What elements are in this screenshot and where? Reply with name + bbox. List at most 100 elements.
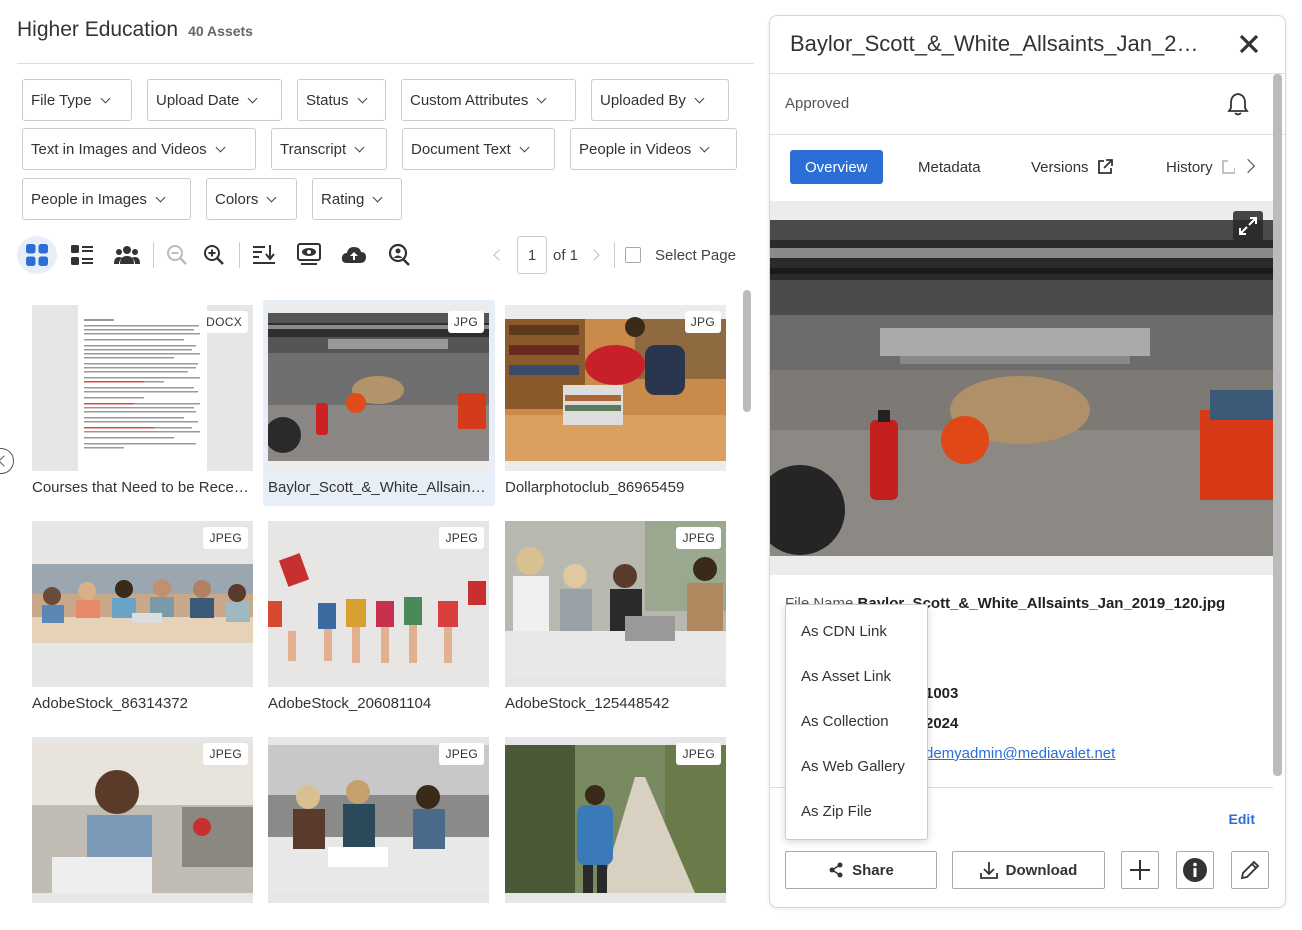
filter-label: People in Images <box>31 190 147 208</box>
chevron-down-icon <box>100 93 111 103</box>
meta-value-partial: 2024 <box>925 715 959 732</box>
status-label: Approved <box>785 95 850 112</box>
file-type-badge: JPEG <box>203 743 248 765</box>
edit-link[interactable]: Edit <box>1229 811 1255 827</box>
asset-name[interactable]: AdobeStock_86314372 <box>32 695 253 712</box>
info-icon <box>1183 858 1207 882</box>
add-button[interactable] <box>1121 851 1159 889</box>
chevron-down-icon <box>354 142 365 152</box>
file-type-badge: JPEG <box>676 527 721 549</box>
asset-thumbnail[interactable]: JPEG <box>505 521 726 687</box>
tab-label: History <box>1166 158 1213 176</box>
asset-name[interactable]: Dollarphotoclub_86965459 <box>505 479 726 496</box>
share-menu-item[interactable]: As CDN Link <box>801 623 887 640</box>
plus-icon <box>1130 860 1150 880</box>
filter-label: File Type <box>31 91 92 109</box>
asset-name[interactable]: AdobeStock_206081104 <box>268 695 489 712</box>
filter-text-in-images[interactable]: Text in Images and Videos <box>22 128 256 170</box>
filter-upload-date[interactable]: Upload Date <box>147 79 282 121</box>
filter-status[interactable]: Status <box>297 79 386 121</box>
tab-versions[interactable]: Versions <box>1031 150 1113 184</box>
download-label: Download <box>1005 861 1078 879</box>
expand-icon[interactable] <box>1233 211 1263 241</box>
file-type-badge: JPG <box>447 311 484 333</box>
grid-scrollbar[interactable] <box>743 290 751 412</box>
asset-name[interactable]: Courses that Need to be Recertified_2019… <box>32 479 253 496</box>
share-button[interactable]: Share <box>785 851 937 889</box>
asset-thumbnail[interactable]: JPEG <box>268 737 489 903</box>
select-page-label: Select Page <box>655 246 736 264</box>
file-type-badge: JPEG <box>203 527 248 549</box>
filter-label: Colors <box>215 190 259 208</box>
share-menu-item[interactable]: As Asset Link <box>801 668 891 685</box>
chevron-down-icon <box>372 192 383 202</box>
filter-file-type[interactable]: File Type <box>22 79 132 121</box>
chevron-left-icon[interactable] <box>493 249 505 261</box>
tab-overview[interactable]: Overview <box>790 150 883 184</box>
chevron-down-icon <box>699 142 710 152</box>
filter-label: Document Text <box>411 140 511 158</box>
collapse-left-icon[interactable] <box>0 448 14 474</box>
chevron-right-icon[interactable] <box>1240 158 1256 174</box>
page-input[interactable]: 1 <box>517 236 547 274</box>
download-button[interactable]: Download <box>952 851 1105 889</box>
select-page-checkbox[interactable] <box>625 247 642 263</box>
asset-name[interactable]: AdobeStock_125448542 <box>505 695 726 712</box>
filter-people-in-videos[interactable]: People in Videos <box>570 128 737 170</box>
face-search-icon[interactable] <box>379 236 419 274</box>
filter-label: Transcript <box>280 140 347 158</box>
panel-scrollbar[interactable] <box>1273 74 1282 776</box>
filter-custom-attributes[interactable]: Custom Attributes <box>401 79 576 121</box>
asset-preview <box>770 201 1273 575</box>
asset-thumbnail[interactable]: JPEG <box>32 521 253 687</box>
asset-thumbnail[interactable]: JPEG <box>505 737 726 903</box>
toolbar-divider <box>239 242 240 268</box>
people-icon[interactable] <box>107 236 147 274</box>
asset-name[interactable]: Baylor_Scott_&_White_Allsaints_Jan_2019_… <box>268 479 489 496</box>
filter-document-text[interactable]: Document Text <box>402 128 555 170</box>
filter-people-in-images[interactable]: People in Images <box>22 178 191 220</box>
filter-colors[interactable]: Colors <box>206 178 297 220</box>
uploader-email-link[interactable]: demyadmin@mediavalet.net <box>925 745 1115 762</box>
grid-view-icon[interactable] <box>17 236 57 274</box>
share-label: Share <box>852 861 894 879</box>
filter-label: Status <box>306 91 349 109</box>
divider <box>17 63 754 64</box>
share-menu-item[interactable]: As Collection <box>801 713 889 730</box>
zoom-out-icon[interactable] <box>157 236 197 274</box>
tab-history[interactable]: History <box>1166 150 1235 184</box>
chevron-right-icon[interactable] <box>588 249 600 261</box>
external-link-icon <box>1221 160 1235 174</box>
file-type-badge: JPEG <box>676 743 721 765</box>
asset-thumbnail[interactable]: JPG <box>268 305 489 471</box>
info-button[interactable] <box>1176 851 1214 889</box>
share-icon <box>829 862 843 878</box>
tab-label: Metadata <box>918 158 981 176</box>
panel-title: Baylor_Scott_&_White_Allsaints_Jan_2019_… <box>790 31 1200 56</box>
chevron-down-icon <box>215 142 226 152</box>
preview-icon[interactable] <box>289 236 329 274</box>
tab-label: Versions <box>1031 158 1089 176</box>
page-total: of 1 <box>553 246 579 264</box>
share-menu-item[interactable]: As Zip File <box>801 803 872 820</box>
edit-button[interactable] <box>1231 851 1269 889</box>
zoom-in-icon[interactable] <box>194 236 234 274</box>
filter-transcript[interactable]: Transcript <box>271 128 387 170</box>
download-icon <box>979 862 998 879</box>
asset-thumbnail[interactable]: DOCX <box>32 305 253 471</box>
upload-icon[interactable] <box>334 236 374 274</box>
sort-icon[interactable] <box>244 236 284 274</box>
share-menu-item[interactable]: As Web Gallery <box>801 758 905 775</box>
filter-rating[interactable]: Rating <box>312 178 402 220</box>
asset-thumbnail[interactable]: JPEG <box>268 521 489 687</box>
asset-thumbnail[interactable]: JPG <box>505 305 726 471</box>
asset-thumbnail[interactable]: JPEG <box>32 737 253 903</box>
filter-uploaded-by[interactable]: Uploaded By <box>591 79 729 121</box>
asset-count: 40 Assets <box>188 23 253 39</box>
close-icon[interactable] <box>1237 32 1261 56</box>
chevron-down-icon <box>155 192 166 202</box>
bell-icon[interactable] <box>1227 92 1249 121</box>
external-link-icon <box>1097 159 1113 174</box>
tab-metadata[interactable]: Metadata <box>918 150 981 184</box>
list-view-icon[interactable] <box>62 236 102 274</box>
